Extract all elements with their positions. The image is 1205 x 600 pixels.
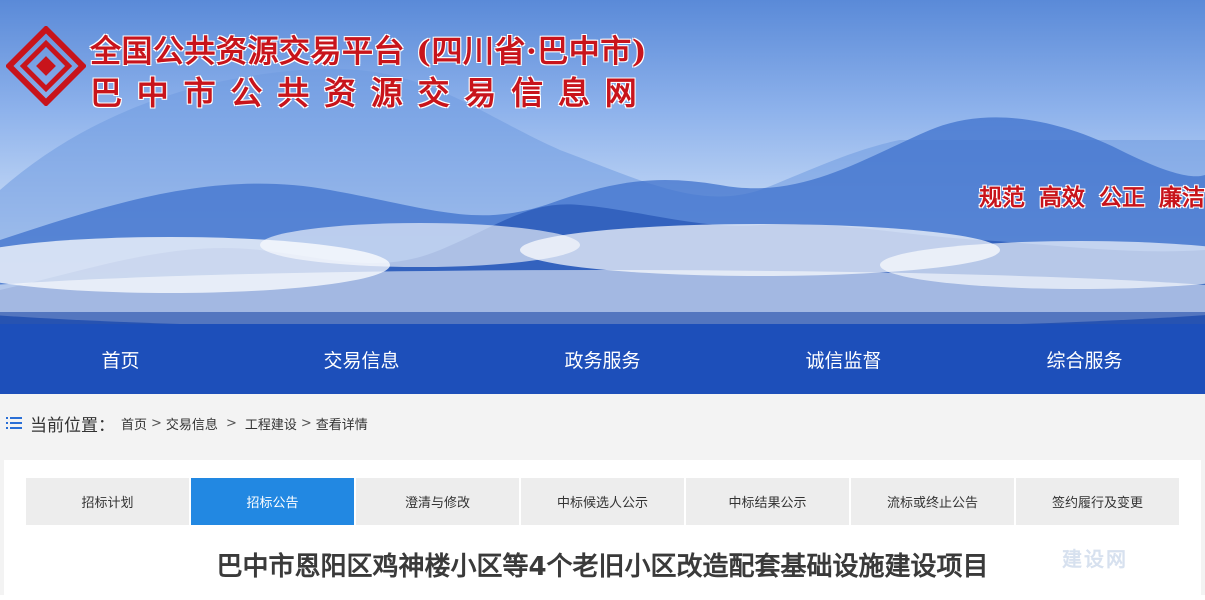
breadcrumb-trade-info[interactable]: 交易信息 [166,414,218,433]
tab-terminated-notice[interactable]: 流标或终止公告 [851,478,1014,525]
breadcrumb-separator: > [151,415,162,431]
tab-result-notice[interactable]: 中标结果公示 [686,478,849,525]
article-title: 巴中市恩阳区鸡神楼小区等4个老旧小区改造配套基础设施建设项目 [216,552,989,582]
tab-bid-plan[interactable]: 招标计划 [26,478,189,525]
header-banner: 全国公共资源交易平台 (四川省·巴中市) 巴中市公共资源交易信息网 规范 高效 … [0,0,1205,324]
tab-candidate-notice[interactable]: 中标候选人公示 [521,478,684,525]
nav-item-trade-info[interactable]: 交易信息 [241,324,482,394]
slogan-item: 公正 [1099,185,1145,211]
category-tabs: 招标计划 招标公告 澄清与修改 中标候选人公示 中标结果公示 流标或终止公告 签… [26,478,1179,525]
breadcrumb-separator: > [300,415,312,431]
site-title: 全国公共资源交易平台 (四川省·巴中市) [90,34,647,70]
list-icon [6,417,22,429]
logo-icon [6,26,86,106]
breadcrumb-separator: > [225,415,237,431]
nav-item-home[interactable]: 首页 [0,324,241,394]
slogan: 规范 高效 公正 廉洁 [979,178,1205,212]
slogan-item: 规范 [979,185,1025,211]
breadcrumb-detail: 查看详情 [315,417,368,433]
breadcrumb-home[interactable]: 首页 [121,414,147,433]
breadcrumb-label: 当前位置： [30,415,115,436]
breadcrumb: 当前位置： 首页 > 交易信息 > 工程建设 > 查看详情 [6,411,368,436]
nav-item-credit-supervision[interactable]: 诚信监督 [723,324,964,394]
site-subtitle: 巴中市公共资源交易信息网 [90,74,652,112]
nav-item-gov-service[interactable]: 政务服务 [482,324,723,394]
nav-item-general-service[interactable]: 综合服务 [964,324,1205,394]
main-nav: 首页 交易信息 政务服务 诚信监督 综合服务 [0,324,1205,394]
watermark: 建设网 [1062,547,1128,571]
tab-contract-changes[interactable]: 签约履行及变更 [1016,478,1179,525]
slogan-item: 廉洁 [1159,185,1205,211]
tab-bid-announcement[interactable]: 招标公告 [191,478,354,525]
slogan-item: 高效 [1039,185,1085,211]
tab-clarification[interactable]: 澄清与修改 [356,478,519,525]
breadcrumb-construction[interactable]: 工程建设 [245,414,297,433]
